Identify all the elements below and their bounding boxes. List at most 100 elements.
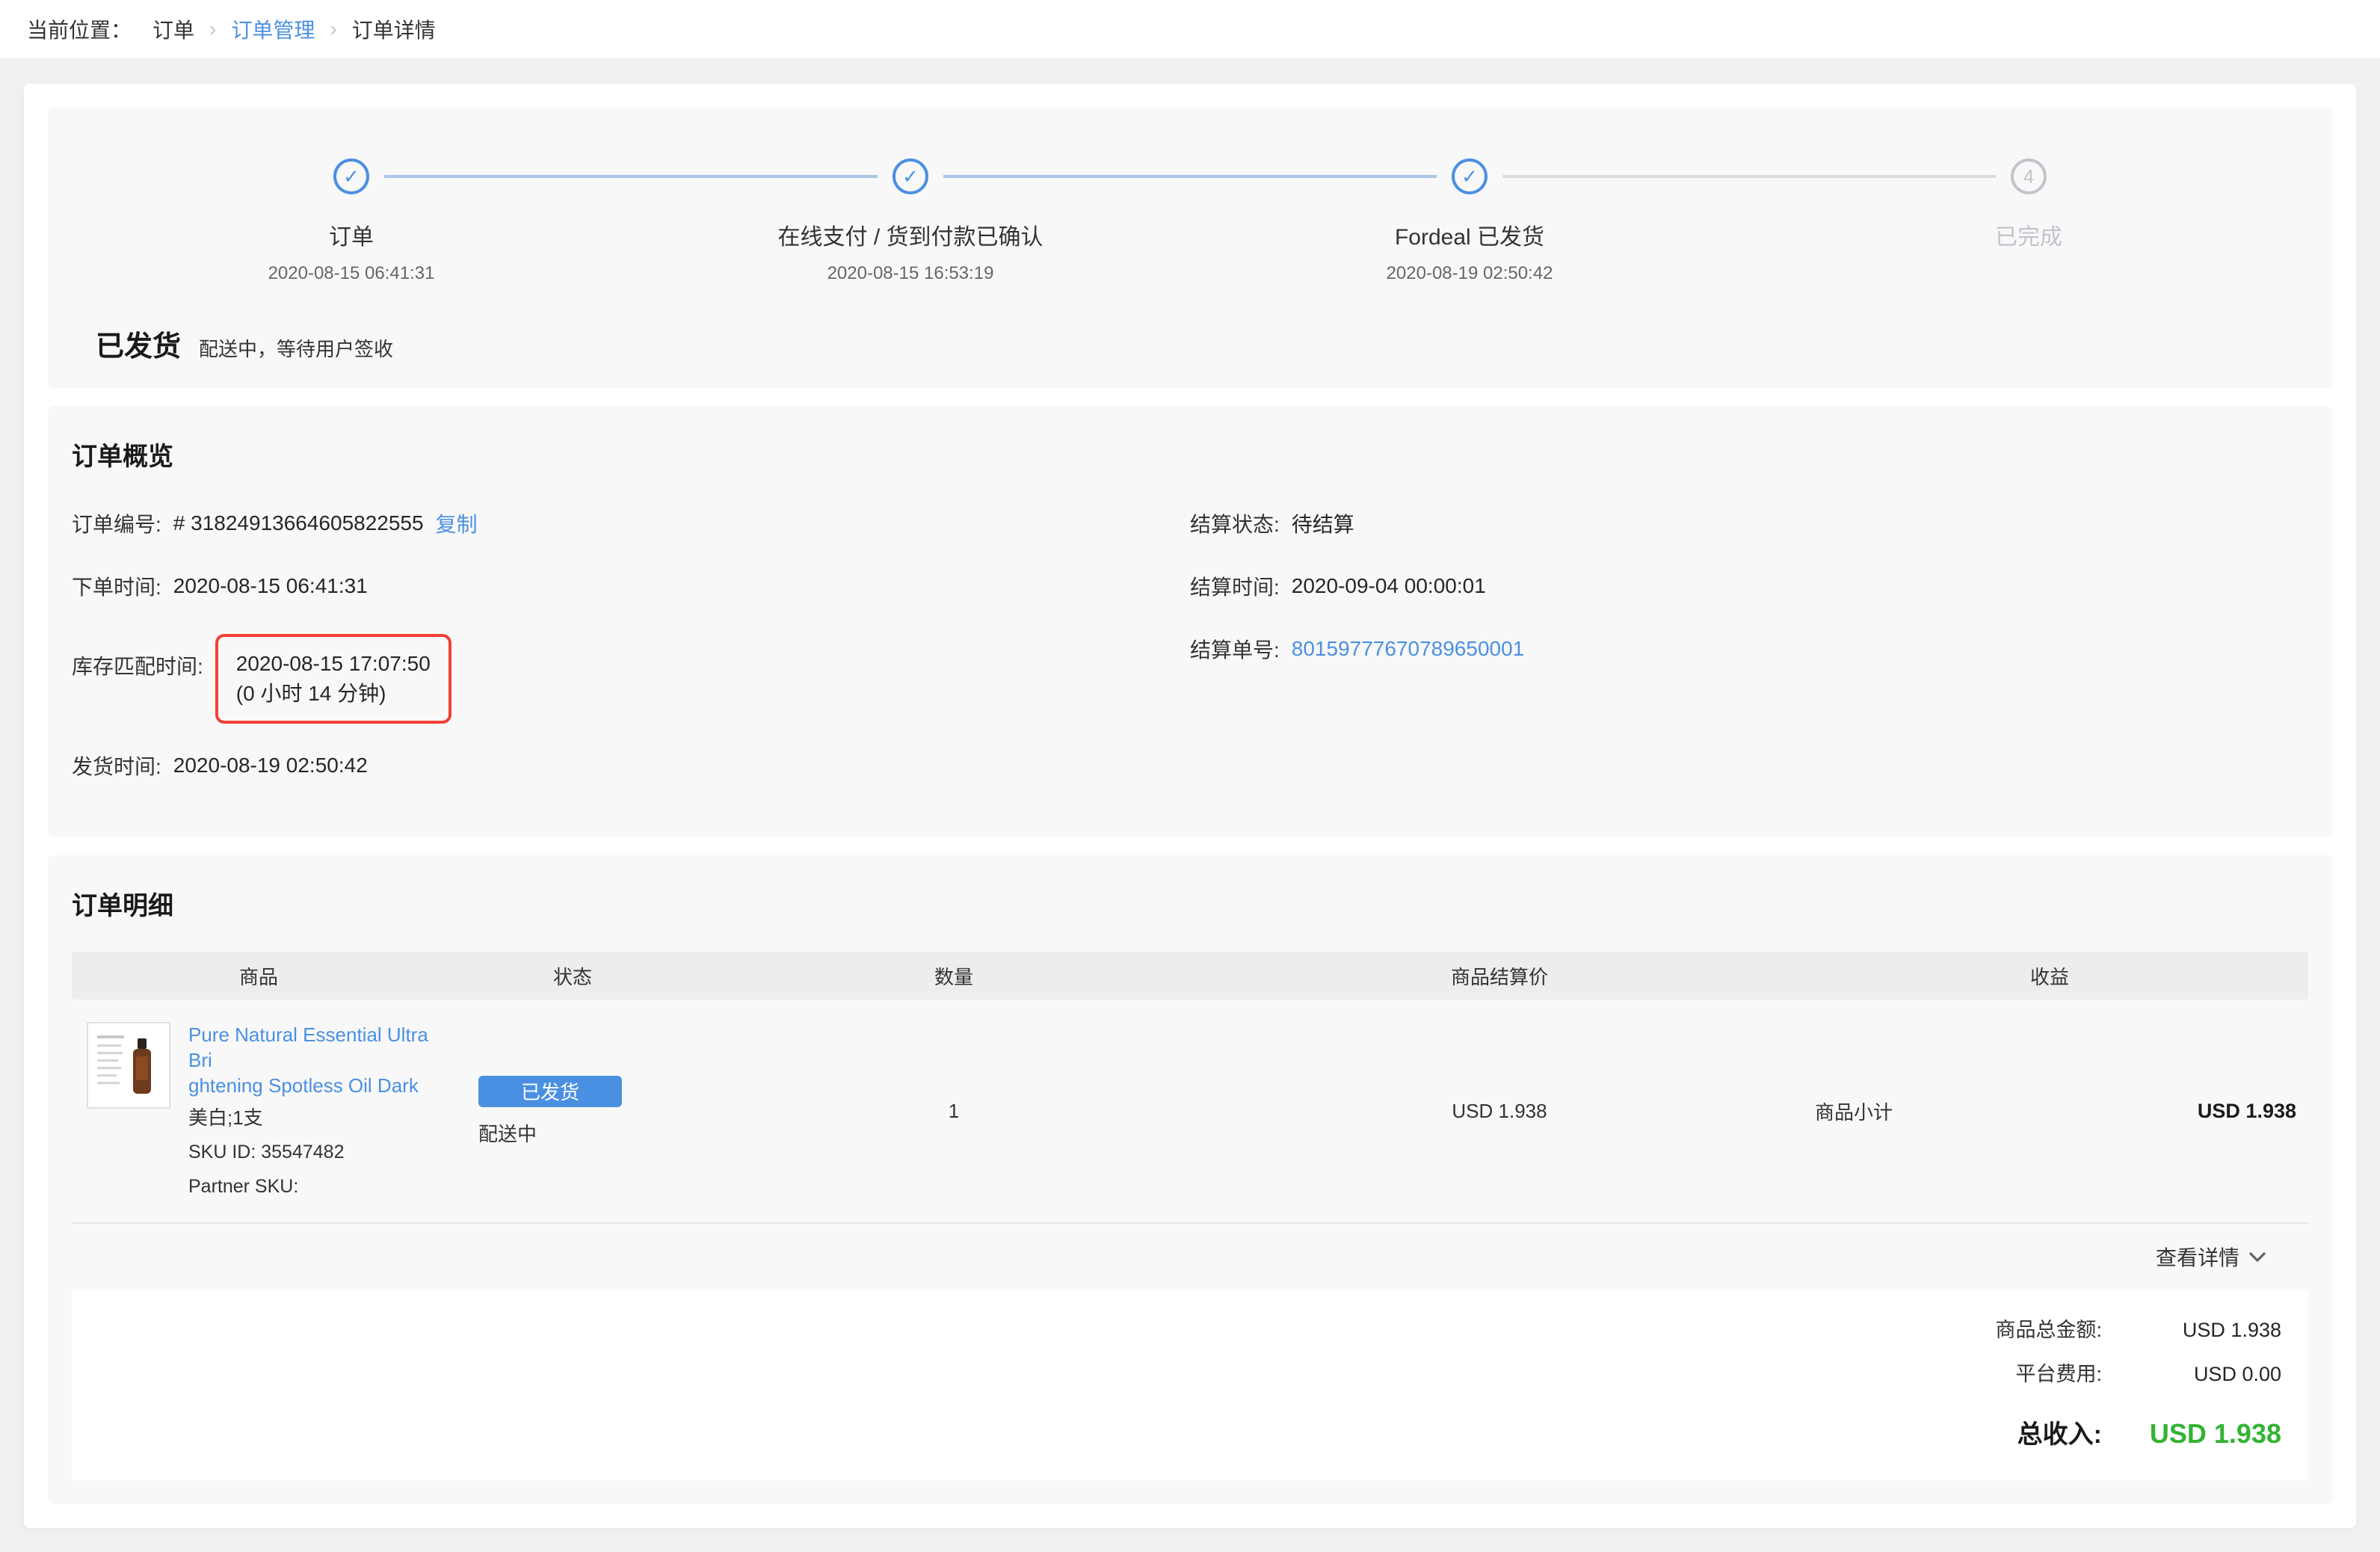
order-number-value: # 31824913664605822555 [173,511,424,535]
column-header-income: 收益 [1791,962,2308,990]
stock-match-duration: (0 小时 14 分钟) [236,682,386,705]
order-time-row: 下单时间: 2020-08-15 06:41:31 [72,571,1190,601]
order-status-desc: 配送中，等待用户签收 [199,334,393,362]
breadcrumb-item-orders[interactable]: 订单 [152,14,194,44]
step-title: 已完成 [1995,218,2062,251]
product-name-line1: Pure Natural Essential Ultra Bri [188,1023,428,1071]
product-image-graphic [91,1026,166,1104]
step-title: 在线支付 / 货到付款已确认 [777,218,1043,251]
order-overview-section: 订单概览 订单编号: # 31824913664605822555 复制 下单时… [48,406,2332,837]
ship-time-value: 2020-08-19 02:50:42 [173,754,368,777]
total-amount-row: 商品总金额: USD 1.938 [99,1314,2281,1343]
stock-match-label: 库存匹配时间: [72,634,203,680]
product-partner-sku: Partner SKU: [188,1173,446,1200]
order-items-title: 订单明细 [72,879,2308,922]
order-number-row: 订单编号: # 31824913664605822555 复制 [72,508,1190,538]
settle-time-label: 结算时间: [1190,571,1280,601]
settle-time-row: 结算时间: 2020-09-04 00:00:01 [1190,571,2308,601]
subtotal-value: USD 1.938 [2198,1100,2296,1123]
stock-match-time: 2020-08-15 17:07:50 [236,652,431,675]
product-cell: Pure Natural Essential Ultra Bri ghtening… [72,1022,446,1200]
table-header: 商品 状态 数量 商品结算价 收益 [72,952,2308,1000]
column-header-status: 状态 [446,962,700,990]
platform-fee-label: 平台费用: [2015,1358,2102,1387]
product-info: Pure Natural Essential Ultra Bri ghtening… [188,1022,446,1200]
order-totals: 商品总金额: USD 1.938 平台费用: USD 0.00 总收入: USD… [72,1290,2308,1480]
total-income-row: 总收入: USD 1.938 [99,1414,2281,1450]
order-detail-card: ✓ 订单 2020-08-15 06:41:31 ✓ 在线支付 / 货到付款已确… [24,84,2356,1528]
chevron-down-icon [2248,1251,2266,1263]
step-title: 订单 [329,218,374,251]
breadcrumb-item-order-detail: 订单详情 [352,14,436,44]
check-circle-icon: ✓ [1452,158,1488,194]
settle-number-row: 结算单号: 80159777670789650001 [1190,634,2308,664]
total-income-label: 总收入: [2017,1414,2102,1450]
step-time: 2020-08-19 02:50:42 [1387,263,1553,284]
order-steps: ✓ 订单 2020-08-15 06:41:31 ✓ 在线支付 / 货到付款已确… [72,132,2308,284]
order-items-table: 商品 状态 数量 商品结算价 收益 [72,952,2308,1224]
step-completed: 4 已完成 [1749,158,2308,284]
column-header-settle-price: 商品结算价 [1208,962,1791,990]
overview-title: 订单概览 [72,430,2308,472]
breadcrumb: 当前位置： 订单 › 订单管理 › 订单详情 [0,0,2380,60]
breadcrumb-separator-icon: › [209,17,216,41]
order-time-value: 2020-08-15 06:41:31 [173,574,368,598]
copy-order-number-link[interactable]: 复制 [436,508,478,538]
overview-right-column: 结算状态: 待结算 结算时间: 2020-09-04 00:00:01 结算单号… [1190,508,2308,813]
shipped-status-badge: 已发货 [478,1076,622,1107]
total-amount-value: USD 1.938 [2102,1319,2281,1342]
settle-time-value: 2020-09-04 00:00:01 [1292,574,1486,598]
product-name-line2: ghtening Spotless Oil Dark [188,1074,419,1097]
order-time-label: 下单时间: [72,571,161,601]
order-detail-page: 当前位置： 订单 › 订单管理 › 订单详情 ✓ 订单 2020-08-15 0… [0,0,2380,1528]
order-progress-panel: ✓ 订单 2020-08-15 06:41:31 ✓ 在线支付 / 货到付款已确… [48,108,2332,388]
breadcrumb-item-order-management[interactable]: 订单管理 [231,14,315,44]
settle-price-cell: USD 1.938 [1208,1022,1791,1200]
order-number-label: 订单编号: [72,508,161,538]
product-spec: 美白;1支 [188,1104,446,1131]
product-name-link[interactable]: Pure Natural Essential Ultra Bri ghtening… [188,1022,446,1098]
order-item-row: Pure Natural Essential Ultra Bri ghtening… [72,1000,2308,1224]
income-cell: 商品小计 USD 1.938 [1791,1022,2308,1200]
overview-left-column: 订单编号: # 31824913664605822555 复制 下单时间: 20… [72,508,1190,813]
column-header-product: 商品 [72,962,446,990]
breadcrumb-separator-icon: › [330,17,336,41]
column-header-quantity: 数量 [700,962,1208,990]
view-detail-label: 查看详情 [2156,1242,2239,1272]
stock-match-highlight-box: 2020-08-15 17:07:50 (0 小时 14 分钟) [215,634,451,724]
delivery-status-text: 配送中 [478,1119,700,1147]
step-number-icon: 4 [2011,158,2047,194]
settle-number-label: 结算单号: [1190,634,1280,664]
check-circle-icon: ✓ [333,158,369,194]
order-status-line: 已发货 配送中，等待用户签收 [72,323,2308,364]
stock-match-row: 库存匹配时间: 2020-08-15 17:07:50 (0 小时 14 分钟) [72,634,1190,724]
view-detail-row: 查看详情 [72,1224,2308,1290]
settle-status-row: 结算状态: 待结算 [1190,508,2308,538]
order-status-title: 已发货 [96,323,181,364]
step-time: 2020-08-15 16:53:19 [827,263,994,284]
ship-time-label: 发货时间: [72,751,161,780]
step-ordered: ✓ 订单 2020-08-15 06:41:31 [72,158,631,284]
step-time: 2020-08-15 06:41:31 [268,263,435,284]
product-image[interactable] [87,1022,170,1109]
total-amount-label: 商品总金额: [1995,1314,2102,1343]
settle-status-label: 结算状态: [1190,508,1280,538]
platform-fee-row: 平台费用: USD 0.00 [99,1358,2281,1387]
subtotal-label: 商品小计 [1815,1097,1893,1125]
overview-grid: 订单编号: # 31824913664605822555 复制 下单时间: 20… [72,508,2308,813]
product-sku-id: SKU ID: 35547482 [188,1139,446,1165]
step-payment-confirmed: ✓ 在线支付 / 货到付款已确认 2020-08-15 16:53:19 [631,158,1190,284]
step-title: Fordeal 已发货 [1395,218,1544,251]
quantity-cell: 1 [700,1022,1208,1200]
breadcrumb-prefix: 当前位置： [27,14,132,44]
status-cell: 已发货 配送中 [446,1022,700,1200]
ship-time-row: 发货时间: 2020-08-19 02:50:42 [72,751,1190,780]
settle-number-link[interactable]: 80159777670789650001 [1292,637,1524,661]
check-circle-icon: ✓ [892,158,928,194]
total-income-value: USD 1.938 [2102,1418,2281,1450]
step-shipped: ✓ Fordeal 已发货 2020-08-19 02:50:42 [1190,158,1749,284]
view-detail-button[interactable]: 查看详情 [2156,1242,2266,1272]
order-items-section: 订单明细 商品 状态 数量 商品结算价 收益 [48,855,2332,1504]
settle-status-value: 待结算 [1292,508,1354,538]
platform-fee-value: USD 0.00 [2102,1363,2281,1386]
